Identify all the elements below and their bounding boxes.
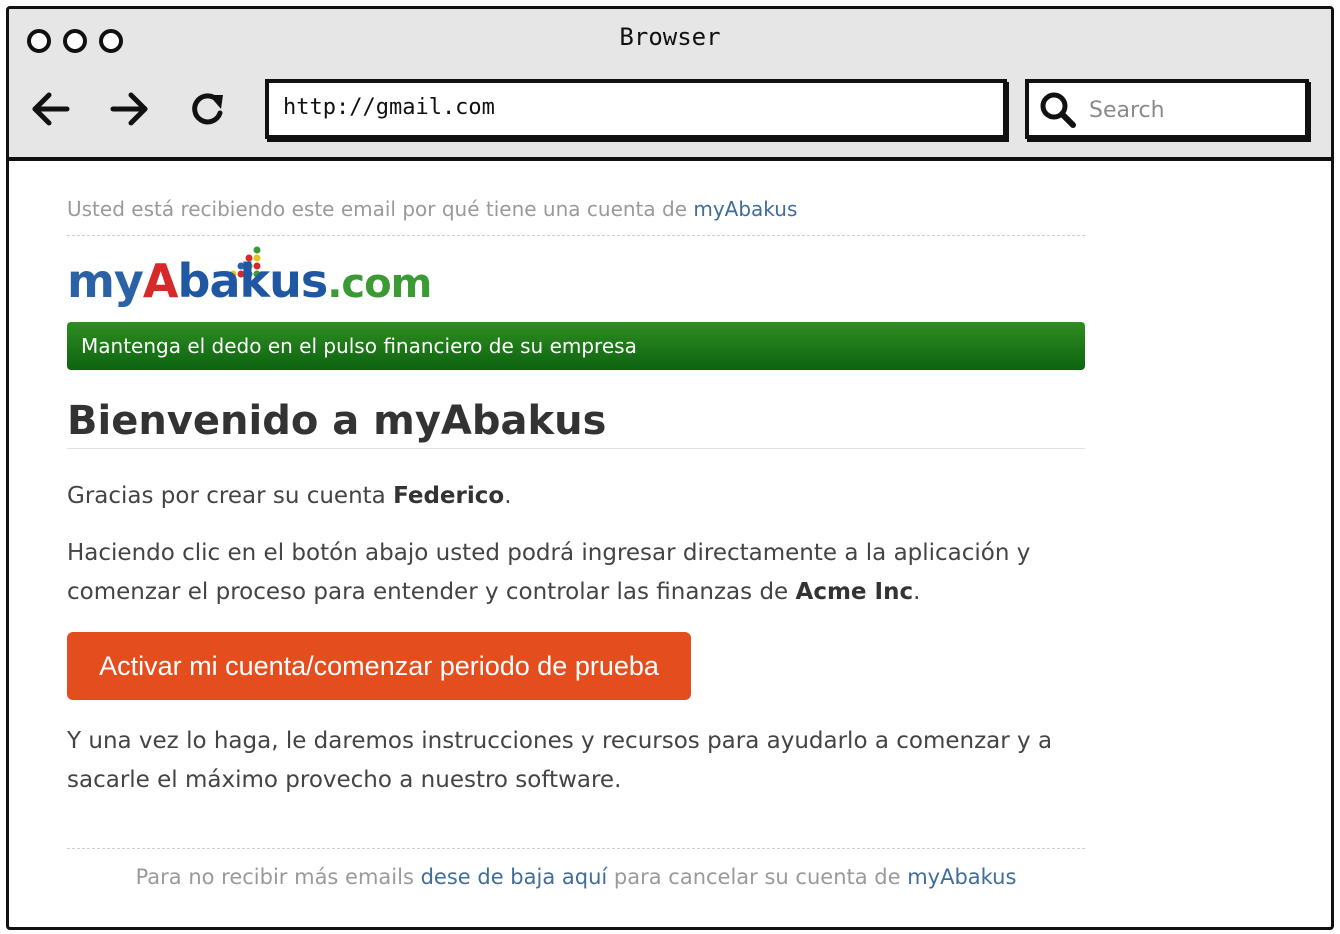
arrow-left-icon	[32, 92, 70, 126]
browser-window: Browser http://gmail.com Search Usted es…	[6, 6, 1334, 930]
preheader-text: Usted está recibiendo este email por qué…	[67, 197, 694, 221]
email-body: Usted está recibiendo este email por qué…	[67, 197, 1085, 889]
company-name: Acme Inc	[795, 579, 914, 605]
followup-paragraph: Y una vez lo haga, le daremos instruccio…	[67, 728, 1053, 793]
arrow-right-icon	[110, 92, 148, 126]
unsubscribe-link[interactable]: dese de baja aquí	[421, 865, 608, 889]
logo-wordmark: myAbakus.com	[67, 254, 432, 308]
preheader-myabakus-link[interactable]: myAbakus	[693, 197, 797, 221]
page-title: Bienvenido a myAbakus	[67, 398, 1085, 449]
window-title: Browser	[619, 23, 721, 51]
search-icon	[1040, 92, 1076, 128]
address-bar[interactable]: http://gmail.com	[265, 79, 1007, 139]
forward-button[interactable]	[107, 87, 151, 131]
footer-myabakus-link[interactable]: myAbakus	[907, 865, 1016, 889]
browser-chrome: Browser http://gmail.com	[9, 9, 1331, 161]
footer: Para no recibir más emails dese de baja …	[67, 848, 1085, 889]
reload-button[interactable]	[185, 87, 229, 131]
instructions-paragraph: Haciendo clic en el botón abajo usted po…	[67, 540, 1031, 605]
greeting-paragraph: Gracias por crear su cuenta Federico.	[67, 483, 512, 509]
user-name: Federico	[393, 483, 505, 509]
activate-account-button[interactable]: Activar mi cuenta/comenzar periodo de pr…	[67, 632, 691, 700]
preheader: Usted está recibiendo este email por qué…	[67, 197, 1085, 236]
tagline-banner: Mantenga el dedo en el pulso financiero …	[67, 322, 1085, 370]
search-input[interactable]	[1089, 93, 1299, 127]
back-button[interactable]	[29, 87, 73, 131]
myabakus-logo: myAbakus.com	[67, 246, 1085, 322]
reload-icon	[192, 93, 223, 125]
browser-search-box[interactable]	[1025, 79, 1309, 139]
